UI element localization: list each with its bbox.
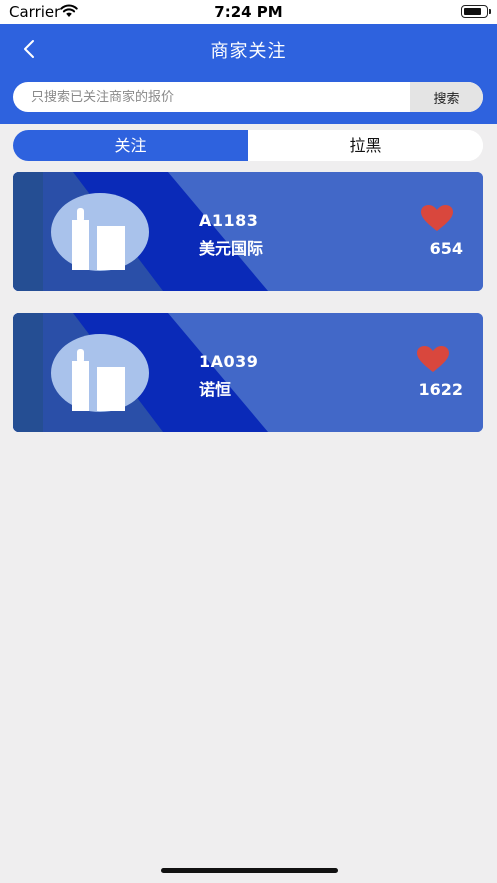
segmented-tabs: 关注 拉黑: [13, 130, 483, 161]
battery-icon: [461, 5, 491, 18]
merchant-code: 1A039: [199, 352, 259, 371]
search-button[interactable]: 搜索: [410, 82, 483, 112]
page-title: 商家关注: [210, 41, 287, 62]
merchant-card[interactable]: 1A039 诺恒 1622: [13, 313, 483, 432]
home-indicator[interactable]: [161, 868, 338, 873]
heart-icon[interactable]: [420, 204, 454, 232]
search-bar: 搜索: [13, 82, 483, 112]
status-bar: Carrier 7:24 PM: [0, 0, 497, 24]
tab-blocked[interactable]: 拉黑: [248, 130, 483, 161]
search-input[interactable]: [13, 82, 410, 112]
building-logo-icon: [51, 193, 149, 271]
tab-following[interactable]: 关注: [13, 130, 248, 161]
heart-icon[interactable]: [416, 345, 450, 373]
building-logo-icon: [51, 334, 149, 412]
likes-count: 654: [429, 239, 463, 258]
likes-count: 1622: [418, 380, 463, 399]
merchant-card[interactable]: A1183 美元国际 654: [13, 172, 483, 291]
merchant-name: 诺恒: [199, 380, 232, 399]
status-time: 7:24 PM: [214, 3, 283, 21]
merchant-code: A1183: [199, 211, 259, 230]
merchant-name: 美元国际: [199, 239, 264, 258]
nav-header: 商家关注 搜索: [0, 24, 497, 124]
